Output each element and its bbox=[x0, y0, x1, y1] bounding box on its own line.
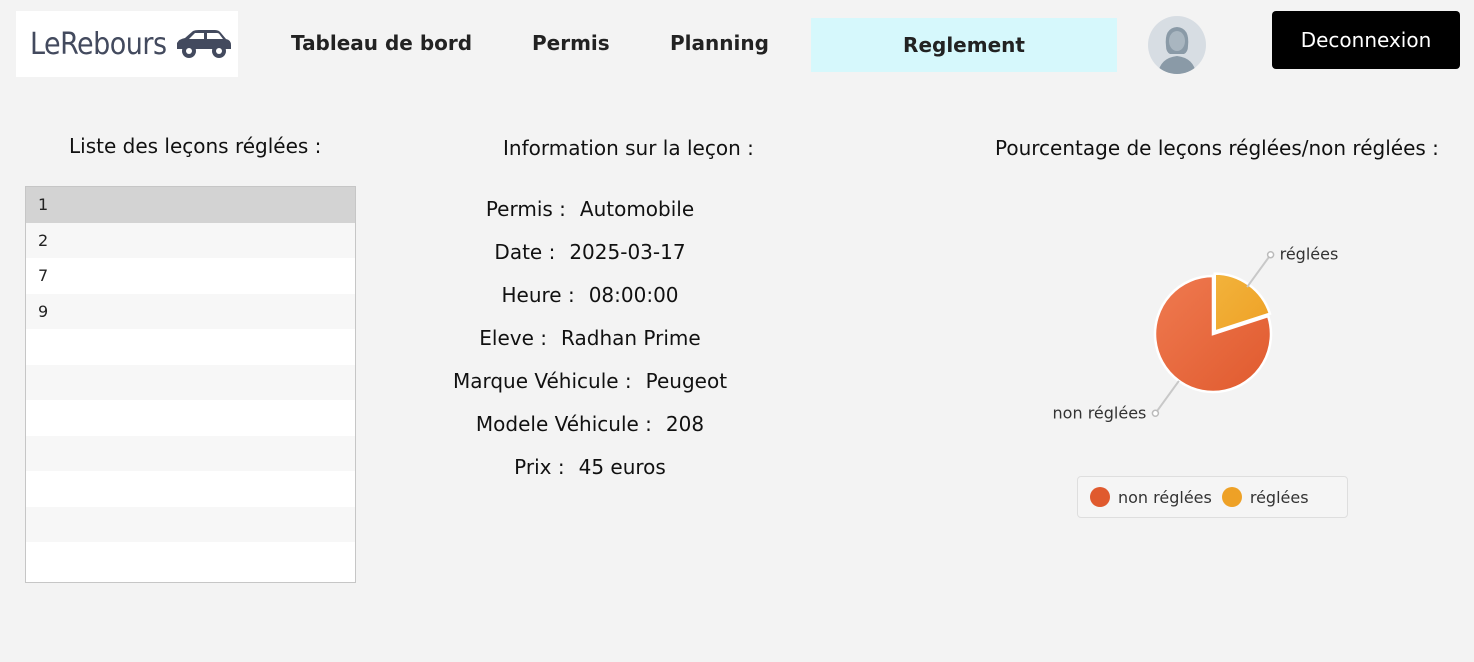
info-row: Eleve : Radhan Prime bbox=[380, 326, 800, 350]
info-value: Peugeot bbox=[645, 369, 728, 393]
list-item[interactable] bbox=[26, 329, 355, 365]
app-logo: LeRebours bbox=[16, 11, 238, 77]
list-item[interactable] bbox=[26, 400, 355, 436]
logo-text: LeRebours bbox=[30, 26, 167, 62]
list-item[interactable] bbox=[26, 471, 355, 507]
list-item[interactable]: 7 bbox=[26, 258, 355, 294]
list-item[interactable]: 1 bbox=[26, 187, 355, 223]
info-row: Marque Véhicule : Peugeot bbox=[380, 369, 800, 393]
info-label: Permis : bbox=[485, 197, 566, 221]
list-item[interactable] bbox=[26, 435, 355, 471]
pie-label-dot bbox=[1151, 409, 1160, 418]
user-avatar[interactable] bbox=[1148, 16, 1206, 74]
info-label: Eleve : bbox=[479, 326, 548, 350]
info-row: Modele Véhicule : 208 bbox=[380, 412, 800, 436]
pie-chart: non réglées réglées bbox=[1053, 245, 1339, 423]
legend-label: réglées bbox=[1249, 487, 1309, 507]
pie-label: réglées bbox=[1280, 245, 1339, 264]
info-row: Heure : 08:00:00 bbox=[380, 283, 800, 307]
legend-swatch bbox=[1090, 487, 1110, 507]
info-value: 08:00:00 bbox=[588, 283, 679, 307]
list-item[interactable]: 9 bbox=[26, 293, 355, 329]
pie-label: non réglées bbox=[1053, 403, 1147, 422]
nav-reglement[interactable]: Reglement bbox=[811, 18, 1117, 72]
info-label: Prix : bbox=[514, 455, 565, 479]
lesson-list[interactable]: 1279 bbox=[25, 186, 356, 583]
logout-button[interactable]: Deconnexion bbox=[1272, 11, 1460, 69]
nav-tableau-de-bord[interactable]: Tableau de bord bbox=[291, 31, 472, 55]
info-row: Prix : 45 euros bbox=[380, 455, 800, 479]
legend-label: non réglées bbox=[1118, 487, 1212, 507]
lesson-info-title: Information sur la leçon : bbox=[503, 136, 754, 160]
list-item[interactable] bbox=[26, 364, 355, 400]
info-value: 2025-03-17 bbox=[569, 240, 686, 264]
info-label: Date : bbox=[494, 240, 556, 264]
list-item[interactable] bbox=[26, 542, 355, 578]
nav-planning[interactable]: Planning bbox=[670, 31, 769, 55]
nav-permis[interactable]: Permis bbox=[532, 31, 610, 55]
info-row: Date : 2025-03-17 bbox=[380, 240, 800, 264]
info-label: Marque Véhicule : bbox=[452, 369, 632, 393]
info-label: Modele Véhicule : bbox=[475, 412, 652, 436]
info-value: Automobile bbox=[579, 197, 695, 221]
list-item[interactable] bbox=[26, 506, 355, 542]
info-row: Permis : Automobile bbox=[380, 197, 800, 221]
info-label: Heure : bbox=[501, 283, 575, 307]
nav-reglement-label: Reglement bbox=[903, 33, 1025, 57]
list-item[interactable]: 2 bbox=[26, 222, 355, 258]
chart-legend: non réglées réglées bbox=[1077, 476, 1348, 518]
info-value: 208 bbox=[665, 412, 705, 436]
chart-title: Pourcentage de leçons réglées/non réglée… bbox=[995, 136, 1439, 160]
car-icon bbox=[176, 30, 231, 58]
info-value: Radhan Prime bbox=[561, 326, 701, 350]
pie-label-dot bbox=[1266, 250, 1275, 259]
pie-label-line bbox=[1246, 254, 1272, 288]
lesson-list-title: Liste des leçons réglées : bbox=[69, 134, 322, 158]
pie-label-line bbox=[1154, 380, 1180, 414]
info-value: 45 euros bbox=[578, 455, 666, 479]
user-icon bbox=[1158, 27, 1196, 74]
legend-swatch bbox=[1221, 487, 1242, 507]
